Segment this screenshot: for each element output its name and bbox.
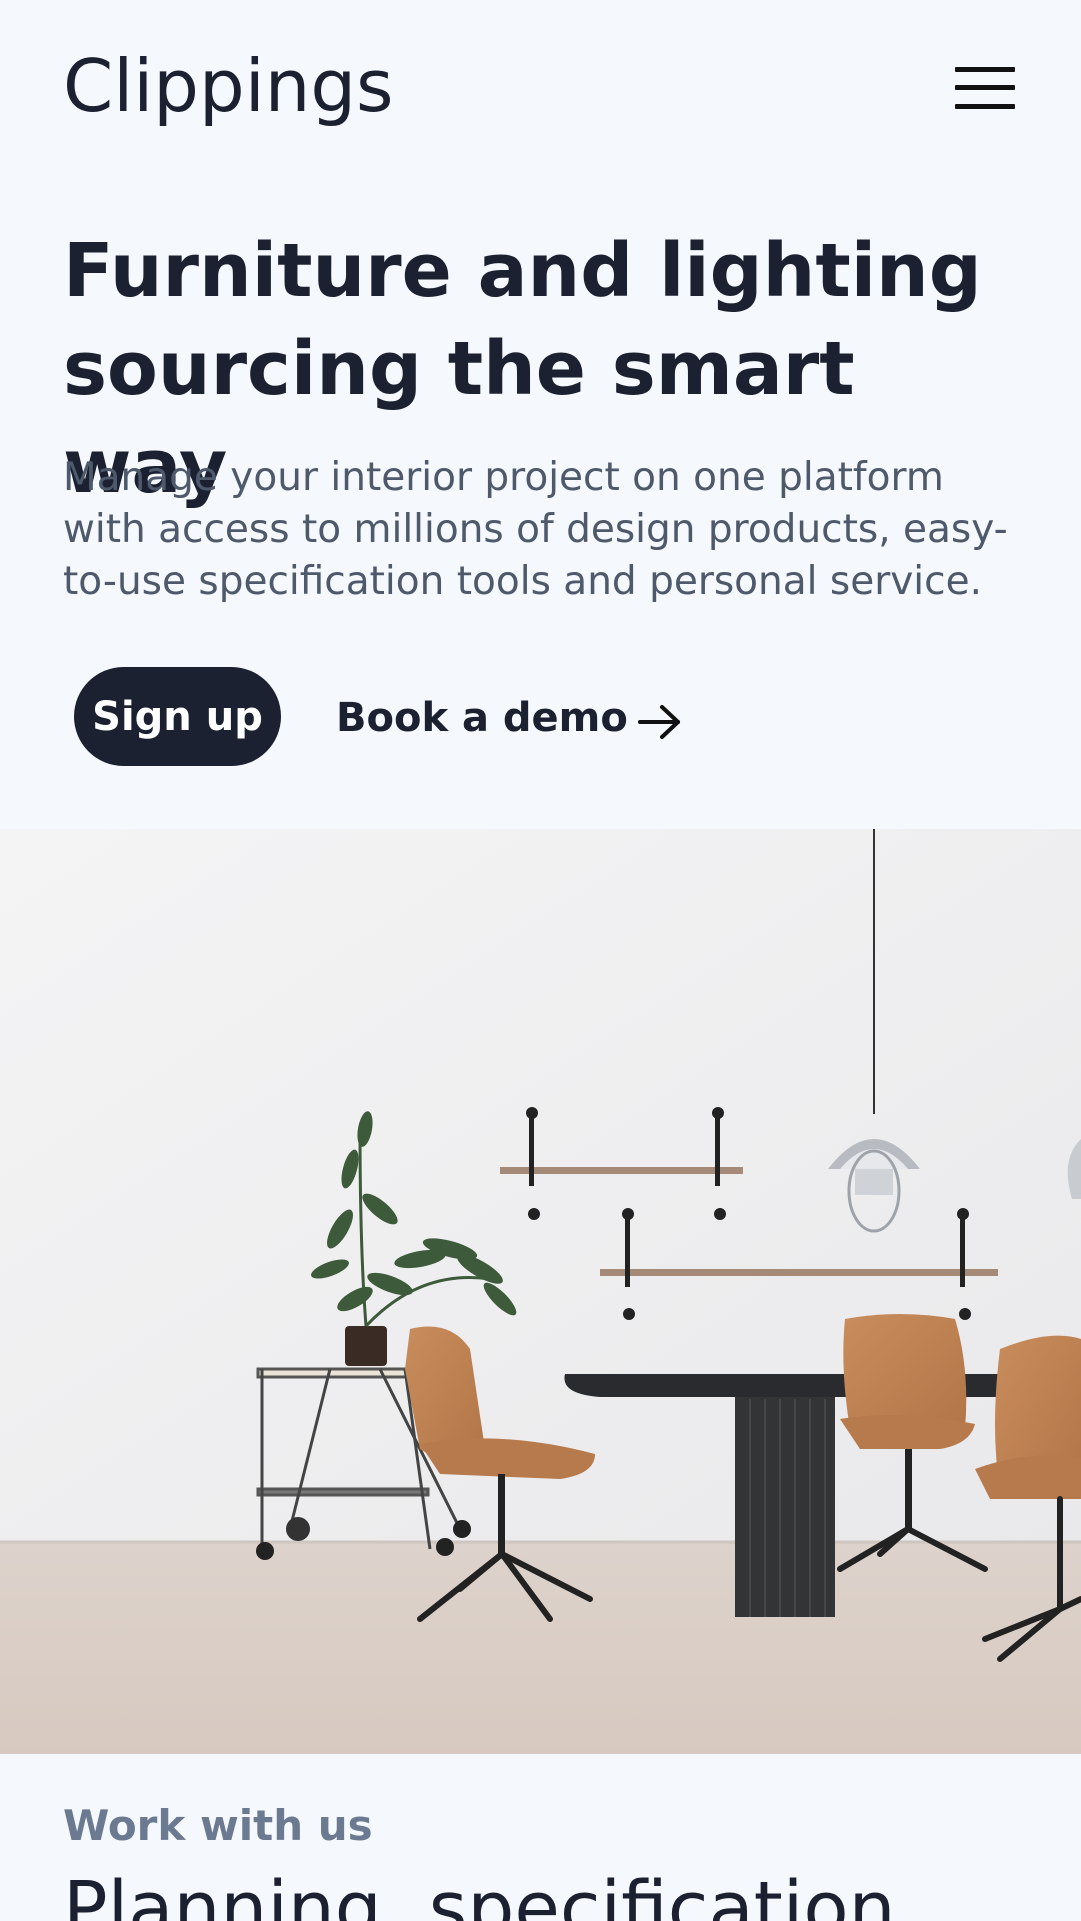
menu-bar (955, 67, 1015, 72)
book-demo-label: Book a demo (336, 695, 628, 741)
book-demo-link[interactable]: Book a demo (336, 690, 682, 746)
section-title: Planning, specification (63, 1866, 896, 1921)
dining-room-photo (0, 829, 1081, 1754)
menu-bar (955, 85, 1015, 90)
sign-up-button[interactable]: Sign up (74, 667, 281, 766)
section-eyebrow: Work with us (63, 1801, 373, 1850)
hero-subtitle: Manage your interior project on one plat… (63, 455, 1008, 604)
logo[interactable]: Clippings (63, 50, 394, 122)
arrow-right-icon (637, 705, 680, 739)
hamburger-menu-icon[interactable] (950, 64, 1020, 114)
menu-bar (955, 104, 1015, 109)
page: Clippings Furniture and lighting sourcin… (0, 0, 1081, 1921)
